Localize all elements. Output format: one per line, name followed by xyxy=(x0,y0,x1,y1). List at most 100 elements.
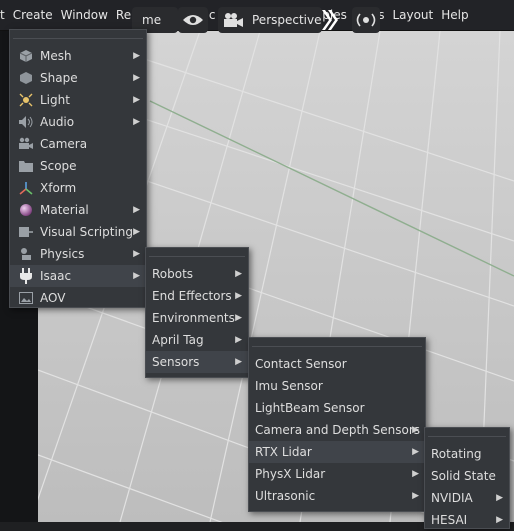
menu-item-rtx-lidar[interactable]: RTX Lidar ▶ xyxy=(249,441,425,463)
speaker-icon xyxy=(16,114,36,130)
submenu-arrow-icon: ▶ xyxy=(235,313,242,323)
broadcast-button[interactable] xyxy=(352,7,380,33)
rtx-lidar-submenu: Rotating Solid State NVIDIA ▶ HESAI ▶ xyxy=(424,427,510,529)
menu-item-material[interactable]: Material ▶ xyxy=(10,199,146,221)
menu-help[interactable]: Help xyxy=(437,0,472,30)
menu-create[interactable]: Create xyxy=(9,0,57,30)
menu-item-mesh[interactable]: Mesh ▶ xyxy=(10,45,146,67)
menu-item-environments[interactable]: Environments ▶ xyxy=(146,307,248,329)
movie-camera-icon xyxy=(224,13,243,27)
perspective-label: Perspective xyxy=(252,13,322,27)
shape-icon xyxy=(16,70,36,86)
menu-item-physx-lidar[interactable]: PhysX Lidar ▶ xyxy=(249,463,425,485)
menu-item-physics[interactable]: Physics ▶ xyxy=(10,243,146,265)
camera-icon xyxy=(16,136,36,152)
menu-item-label: Shape xyxy=(40,71,78,85)
visibility-button[interactable] xyxy=(178,7,208,33)
menu-item-label: End Effectors xyxy=(152,289,232,303)
menu-item-sensors[interactable]: Sensors ▶ xyxy=(146,351,248,373)
menu-item-robots[interactable]: Robots ▶ xyxy=(146,263,248,285)
menu-item-label: Visual Scripting xyxy=(40,225,133,239)
menu-item-april-tag[interactable]: April Tag ▶ xyxy=(146,329,248,351)
create-menu: Mesh ▶ Shape ▶ Light ▶ Audio ▶ Camera Sc… xyxy=(9,29,147,308)
submenu-arrow-icon: ▶ xyxy=(412,469,419,479)
menu-item-rotating[interactable]: Rotating xyxy=(425,443,509,465)
folder-icon xyxy=(16,158,36,174)
menu-item-label: NVIDIA xyxy=(431,491,473,505)
menu-item-label: Isaac xyxy=(40,269,72,283)
submenu-arrow-icon: ▶ xyxy=(496,493,503,503)
menu-item-label: Light xyxy=(40,93,70,107)
menu-item-label: Solid State xyxy=(431,469,496,483)
cube-icon xyxy=(16,48,36,64)
submenu-arrow-icon: ▶ xyxy=(412,447,419,457)
menu-item-lightbeam-sensor[interactable]: LightBeam Sensor xyxy=(249,397,425,419)
menu-item-visual-scripting[interactable]: Visual Scripting ▶ xyxy=(10,221,146,243)
menu-truncated[interactable]: t xyxy=(0,0,9,30)
submenu-arrow-icon: ▶ xyxy=(235,357,242,367)
double-chevron-right-icon xyxy=(322,10,338,30)
submenu-arrow-icon: ▶ xyxy=(412,491,419,501)
perspective-camera-button[interactable]: Perspective xyxy=(218,7,322,33)
menu-item-label: HESAI xyxy=(431,513,468,527)
submenu-arrow-icon: ▶ xyxy=(133,95,140,105)
menu-item-light[interactable]: Light ▶ xyxy=(10,89,146,111)
submenu-arrow-icon: ▶ xyxy=(133,249,140,259)
menu-item-label: Camera and Depth Sensors xyxy=(255,423,421,437)
menu-item-label: Environments xyxy=(152,311,235,325)
menu-item-scope[interactable]: Scope xyxy=(10,155,146,177)
menu-item-shape[interactable]: Shape ▶ xyxy=(10,67,146,89)
light-icon xyxy=(16,92,36,108)
menu-item-label: RTX Lidar xyxy=(255,445,312,459)
submenu-arrow-icon: ▶ xyxy=(133,227,140,237)
menu-item-label: April Tag xyxy=(152,333,204,347)
menu-item-label: Scope xyxy=(40,159,77,173)
menu-item-label: Imu Sensor xyxy=(255,379,323,393)
graph-icon xyxy=(16,224,36,240)
menu-item-label: Ultrasonic xyxy=(255,489,316,503)
menu-item-label: Audio xyxy=(40,115,75,129)
menu-item-aov[interactable]: AOV xyxy=(10,287,146,309)
menu-item-label: Sensors xyxy=(152,355,200,369)
eye-icon xyxy=(183,15,203,25)
submenu-arrow-icon: ▶ xyxy=(235,335,242,345)
menu-item-hesai[interactable]: HESAI ▶ xyxy=(425,509,509,531)
physics-icon xyxy=(16,246,36,262)
broadcast-icon xyxy=(356,13,376,27)
menu-header-divider xyxy=(428,428,506,437)
sensors-submenu: Contact Sensor Imu Sensor LightBeam Sens… xyxy=(248,337,426,512)
menu-item-nvidia[interactable]: NVIDIA ▶ xyxy=(425,487,509,509)
menu-item-label: LightBeam Sensor xyxy=(255,401,365,415)
submenu-arrow-icon: ▶ xyxy=(133,73,140,83)
menu-item-xform[interactable]: Xform xyxy=(10,177,146,199)
menu-item-ultrasonic[interactable]: Ultrasonic ▶ xyxy=(249,485,425,507)
menu-item-label: PhysX Lidar xyxy=(255,467,326,481)
expand-toolbar-button[interactable] xyxy=(320,7,340,33)
menu-item-label: Rotating xyxy=(431,447,482,461)
menu-item-end-effectors[interactable]: End Effectors ▶ xyxy=(146,285,248,307)
submenu-arrow-icon: ▶ xyxy=(133,117,140,127)
menu-item-isaac[interactable]: Isaac ▶ xyxy=(10,265,146,287)
menu-item-camera[interactable]: Camera xyxy=(10,133,146,155)
menu-item-imu-sensor[interactable]: Imu Sensor xyxy=(249,375,425,397)
submenu-arrow-icon: ▶ xyxy=(133,271,140,281)
sphere-icon xyxy=(16,202,36,218)
menu-item-contact-sensor[interactable]: Contact Sensor xyxy=(249,353,425,375)
menu-item-label: Camera xyxy=(40,137,88,151)
menu-item-label: Material xyxy=(40,203,89,217)
submenu-arrow-icon: ▶ xyxy=(235,269,242,279)
menu-header-divider xyxy=(252,338,422,347)
menu-item-camera-depth-sensors[interactable]: Camera and Depth Sensors ▶ xyxy=(249,419,425,441)
menu-layout[interactable]: Layout xyxy=(388,0,437,30)
menu-item-solid-state[interactable]: Solid State xyxy=(425,465,509,487)
menu-item-audio[interactable]: Audio ▶ xyxy=(10,111,146,133)
menu-item-label: Xform xyxy=(40,181,77,195)
menu-header-divider xyxy=(13,30,143,39)
submenu-arrow-icon: ▶ xyxy=(412,425,419,435)
menu-item-label: AOV xyxy=(40,291,66,305)
menu-window[interactable]: Window xyxy=(57,0,112,30)
xform-axes-icon xyxy=(16,180,36,196)
menu-item-label: Robots xyxy=(152,267,194,281)
menu-item-label: Physics xyxy=(40,247,85,261)
submenu-arrow-icon: ▶ xyxy=(133,51,140,61)
